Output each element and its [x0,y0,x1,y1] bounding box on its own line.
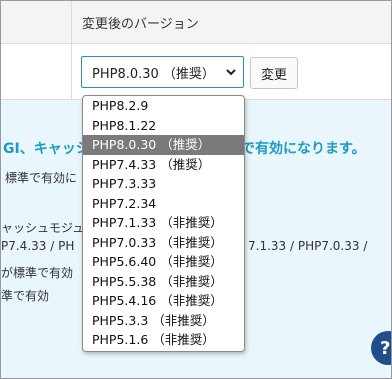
dropdown-option[interactable]: PHP7.0.33 （非推奨） [83,233,244,253]
dropdown-option[interactable]: PHP5.6.40 （非推奨） [83,252,244,272]
info-line-3b: 7.1.33 / PHP7.0.33 / [248,239,368,253]
php-version-select[interactable]: PHP8.0.30 （推奨） [81,56,244,88]
dropdown-option[interactable]: PHP7.4.33 （推奨） [83,155,244,175]
info-heading-end: で有効になります。 [241,141,366,157]
info-line-1: 標準で有効に [5,171,78,185]
info-line-4: が標準で有効 [1,266,74,280]
dropdown-option[interactable]: PHP5.1.6 （非推奨） [83,330,244,350]
dropdown-option[interactable]: PHP8.2.9 [83,96,244,116]
info-heading: GI、キャッシ [3,141,90,157]
dropdown-option[interactable]: PHP7.2.34 [83,194,244,214]
info-line-5: 準で有効 [1,289,50,303]
table-header-left [1,1,71,44]
select-value: PHP8.0.30 （推奨） [92,66,215,82]
column-title: 変更後のバージョン [82,17,199,32]
dropdown-option[interactable]: PHP8.1.22 [83,116,244,136]
dropdown-option[interactable]: PHP5.3.3 （非推奨） [83,311,244,331]
dropdown-option[interactable]: PHP5.5.38 （非推奨） [83,272,244,292]
info-line-3a: P7.4.33 / PH [1,239,75,253]
dropdown-option[interactable]: PHP7.3.33 [83,174,244,194]
chevron-down-icon [226,69,236,76]
settings-panel: 変更後のバージョン PHP8.0.30 （推奨） 変更 GI、キャッシ で有効に… [0,0,392,379]
change-button[interactable]: 変更 [250,57,298,89]
table-header-right: 変更後のバージョン [71,1,391,44]
dropdown-option[interactable]: PHP8.0.30 （推奨） [83,135,244,155]
dropdown-option[interactable]: PHP7.1.33 （非推奨） [83,213,244,233]
version-dropdown-list: PHP8.2.9 PHP8.1.22 PHP8.0.30 （推奨） PHP7.4.33… [82,95,245,352]
table-cell-left [1,44,71,100]
dropdown-option[interactable]: PHP5.4.16 （非推奨） [83,291,244,311]
